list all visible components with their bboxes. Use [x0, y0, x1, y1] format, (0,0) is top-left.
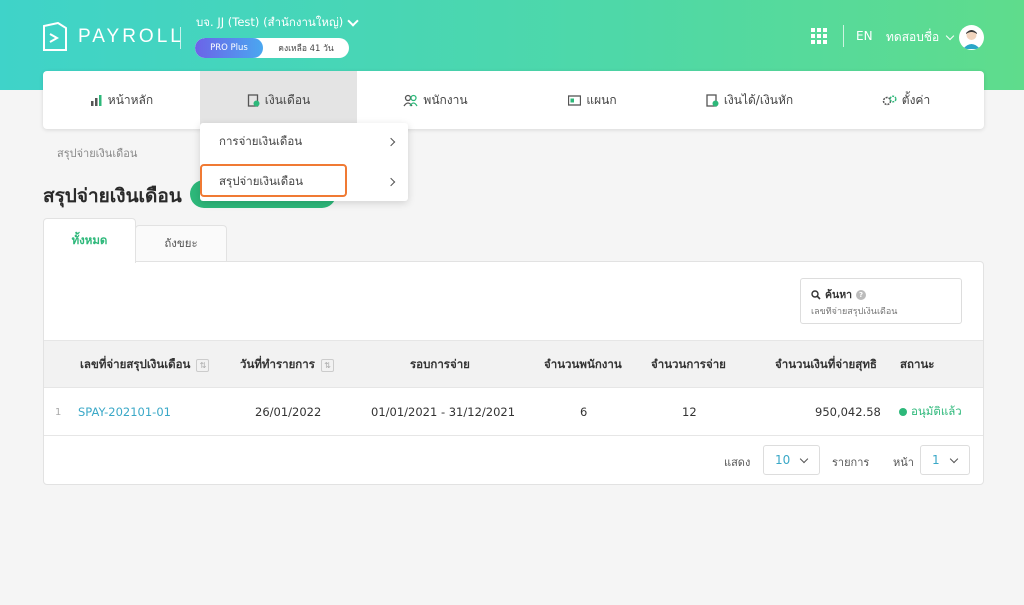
plan-pill: PRO Plus คงเหลือ 41 วัน — [195, 38, 349, 58]
nav-item-label: เงินได้/เงินหัก — [723, 92, 794, 107]
page-select[interactable]: 1 — [920, 445, 970, 475]
column-header-payments: จำนวนการจ่าย — [651, 357, 726, 371]
row-employees: 6 — [580, 405, 588, 419]
column-header-date[interactable]: วันที่ทำรายการ ⇅ — [240, 341, 334, 389]
page-size-label: แสดง — [724, 456, 751, 469]
nav-item-label: หน้าหลัก — [107, 92, 154, 107]
column-header-employees: จำนวนพนักงาน — [544, 357, 622, 371]
brand-name: PAYROLL — [78, 26, 184, 47]
avatar[interactable] — [959, 25, 984, 50]
salary-dropdown-menu: การจ่ายเงินเดือน สรุปจ่ายเงินเดือน — [200, 123, 408, 201]
column-header-status: สถานะ — [900, 357, 935, 371]
menu-item-payroll-payment[interactable]: การจ่ายเงินเดือน — [200, 125, 408, 159]
tab-trash[interactable]: ถังขยะ — [135, 225, 227, 262]
row-period: 01/01/2021 - 31/12/2021 — [371, 405, 516, 419]
sort-icon[interactable]: ⇅ — [196, 358, 210, 372]
summary-card: ค้นหา ? เลขที่จ่ายสรุปเงินเดือน ⇅ วันที่… — [43, 261, 984, 485]
plan-badge: PRO Plus — [195, 38, 263, 58]
nav-item-department[interactable]: แผนก — [514, 71, 671, 129]
nav-item-employees[interactable]: พนักงาน — [357, 71, 514, 129]
page-size-select[interactable]: 10 — [763, 445, 820, 475]
column-header-label: วันที่ทำรายการ — [240, 357, 315, 371]
tab-label: ถังขยะ — [164, 236, 198, 250]
salary-doc-icon — [247, 93, 260, 107]
column-header-net: จำนวนเงินที่จ่ายสุทธิ — [775, 357, 877, 371]
table-header: เลขที่จ่ายสรุปเงินเดือน ⇅ วันที่ทำรายการ… — [44, 340, 983, 388]
chevron-right-icon — [386, 137, 396, 147]
bar-chart-icon — [90, 94, 102, 106]
id-card-icon — [568, 94, 582, 106]
payroll-logo-icon — [43, 22, 67, 51]
chevron-down-icon — [347, 15, 359, 27]
row-date: 26/01/2022 — [255, 405, 322, 419]
nav-item-income-deduction[interactable]: เงินได้/เงินหัก — [671, 71, 828, 129]
avatar-icon — [963, 30, 980, 49]
company-selector[interactable]: บจ. JJ (Test) (สำนักงานใหญ่) — [196, 14, 359, 32]
sort-icon[interactable]: ⇅ — [320, 358, 334, 372]
search-icon — [811, 289, 821, 300]
nav-item-label: ตั้งค่า — [901, 92, 931, 107]
main-nav: หน้าหลัก เงินเดือน พนักงาน แผนก เงินได้/… — [43, 71, 984, 129]
chevron-down-icon — [949, 454, 959, 464]
chevron-down-icon — [945, 31, 955, 40]
nav-item-home[interactable]: หน้าหลัก — [43, 71, 200, 129]
page-value: 1 — [932, 453, 940, 467]
page-title: สรุปจ่ายเงินเดือน — [43, 185, 182, 207]
language-switch[interactable]: EN — [856, 29, 873, 43]
status-dot-icon — [899, 408, 907, 416]
chevron-right-icon — [386, 177, 396, 187]
help-icon[interactable]: ? — [856, 289, 867, 300]
header-divider — [843, 25, 844, 47]
page-label: หน้า — [893, 456, 914, 469]
nav-item-settings[interactable]: ตั้งค่า — [828, 71, 984, 129]
row-index: 1 — [55, 406, 62, 418]
plan-remaining: คงเหลือ 41 วัน — [278, 44, 334, 54]
status-text: อนุมัติแล้ว — [911, 404, 962, 418]
column-header-label: เลขที่จ่ายสรุปเงินเดือน — [80, 357, 191, 371]
row-payments: 12 — [682, 405, 697, 419]
column-header-number[interactable]: เลขที่จ่ายสรุปเงินเดือน ⇅ — [80, 341, 210, 389]
nav-item-label: เงินเดือน — [264, 92, 311, 107]
tab-label: ทั้งหมด — [71, 233, 108, 247]
user-name: ทดสอบชื่อ — [886, 30, 940, 44]
brand-logo[interactable]: PAYROLL — [42, 22, 184, 52]
nav-item-salary[interactable]: เงินเดือน — [200, 71, 357, 129]
header-divider — [180, 27, 181, 49]
tab-all[interactable]: ทั้งหมด — [43, 218, 136, 263]
nav-item-label: แผนก — [586, 92, 617, 107]
gear-icon — [882, 94, 897, 105]
menu-item-payroll-summary[interactable]: สรุปจ่ายเงินเดือน — [200, 165, 408, 199]
company-name: บจ. JJ (Test) (สำนักงานใหญ่) — [196, 15, 344, 29]
chevron-down-icon — [799, 454, 809, 464]
row-net-amount: 950,042.58 — [815, 405, 881, 419]
search-input[interactable] — [811, 307, 951, 317]
nav-item-label: พนักงาน — [423, 92, 468, 107]
users-icon — [403, 94, 418, 106]
page-size-value: 10 — [775, 453, 791, 467]
apps-grid-icon[interactable] — [811, 28, 827, 44]
status-badge: อนุมัติแล้ว — [899, 388, 962, 436]
breadcrumb[interactable]: สรุปจ่ายเงินเดือน — [57, 144, 137, 162]
calculator-icon — [706, 93, 719, 107]
user-menu[interactable]: ทดสอบชื่อ — [886, 28, 955, 47]
column-header-period: รอบการจ่าย — [410, 357, 470, 371]
items-label: รายการ — [832, 456, 870, 469]
summary-number-link[interactable]: SPAY-202101-01 — [78, 388, 171, 436]
search-label: ค้นหา — [825, 289, 853, 301]
table-row[interactable]: 1 SPAY-202101-01 26/01/2022 01/01/2021 -… — [44, 388, 983, 436]
search-box[interactable]: ค้นหา ? — [800, 278, 962, 324]
search-label-row: ค้นหา ? — [811, 286, 951, 303]
menu-item-label: การจ่ายเงินเดือน — [219, 134, 303, 148]
menu-item-label: สรุปจ่ายเงินเดือน — [219, 174, 304, 188]
